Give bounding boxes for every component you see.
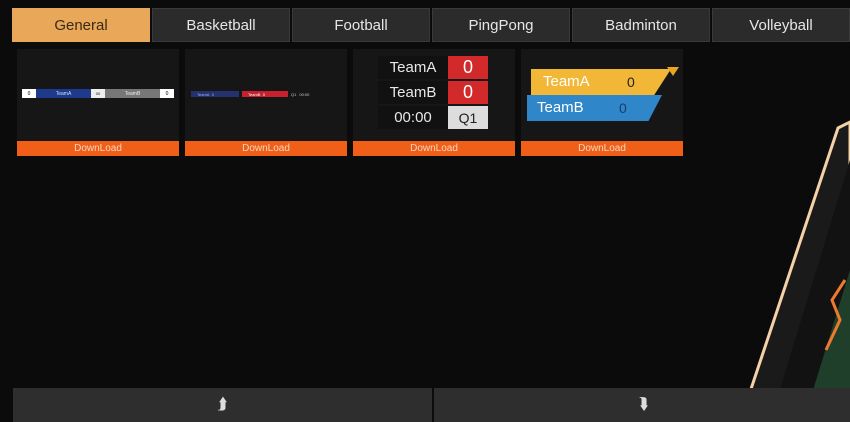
device-illustration [710,120,850,422]
team-a-score: 0 [448,56,488,79]
clock: 00:00 [299,91,310,97]
download-button[interactable]: DownLoad [17,141,179,156]
mid-top: 00 [95,91,101,96]
team-b: TeamB 0 [242,91,288,97]
chevron-double-up-icon: ⮭ [217,396,228,413]
template-card[interactable]: TeamA 0 TeamB 0 00:00 Q1 DownLoad [353,49,515,156]
scoreboard-preview: TeamA 0 TeamB 0 [527,69,681,124]
right-team: TeamB [105,89,160,98]
tab-pingpong[interactable]: PingPong [432,8,570,42]
left-team: TeamA [36,89,91,98]
period: Q1 [448,106,488,129]
team-a-row: TeamA 0 [378,56,488,79]
team-a-name: TeamA [197,91,210,97]
tab-general[interactable]: General [12,8,150,42]
template-card[interactable]: 0 TeamA 00 TeamB 0 DownLoad [17,49,179,156]
template-grid: 0 TeamA 00 TeamB 0 DownLoad TeamA 0 Team… [17,49,683,156]
team-b-score: 0 [448,81,488,104]
team-b-score: 0 [262,91,265,97]
period: Q1 [291,91,297,97]
scoreboard-preview: TeamA 0 TeamB 0 00:00 Q1 [378,56,488,131]
team-a: TeamA 0 [191,91,239,97]
team-b-name: TeamB [378,81,448,104]
team-b-name: TeamB [248,91,261,97]
tab-badminton[interactable]: Badminton [572,8,710,42]
triangle-icon [667,67,679,76]
team-a-score: 0 [211,91,214,97]
sport-tabs: General Basketball Football PingPong Bad… [12,8,850,42]
download-button[interactable]: DownLoad [353,141,515,156]
template-card[interactable]: TeamA 0 TeamB 0 Q1 00:00 DownLoad [185,49,347,156]
clock-row: 00:00 Q1 [378,106,488,129]
template-thumbnail[interactable]: TeamA 0 TeamB 0 [521,49,683,141]
right-score: 0 [160,89,174,98]
template-card[interactable]: TeamA 0 TeamB 0 DownLoad [521,49,683,156]
template-thumbnail[interactable]: 0 TeamA 00 TeamB 0 [17,49,179,141]
team-a-score: 0 [627,74,635,90]
clock: 00:00 [378,106,448,129]
template-thumbnail[interactable]: TeamA 0 TeamB 0 00:00 Q1 [353,49,515,141]
team-a-name: TeamA [378,56,448,79]
tab-volleyball[interactable]: Volleyball [712,8,850,42]
tab-football[interactable]: Football [292,8,430,42]
page-down-button[interactable]: ⮯ [434,388,850,422]
chevron-double-down-icon: ⮯ [638,396,649,413]
template-thumbnail[interactable]: TeamA 0 TeamB 0 Q1 00:00 [185,49,347,141]
team-a-name: TeamA [543,73,590,90]
tab-basketball[interactable]: Basketball [152,8,290,42]
scorebar-preview: TeamA 0 TeamB 0 Q1 00:00 [191,91,343,97]
page-up-button[interactable]: ⮭ [13,388,432,422]
download-button[interactable]: DownLoad [521,141,683,156]
mid-box: 00 [91,89,105,98]
team-b-row: TeamB 0 [378,81,488,104]
download-button[interactable]: DownLoad [185,141,347,156]
left-score: 0 [22,89,36,98]
pager: ⮭ ⮯ [13,388,850,422]
team-b-score: 0 [619,100,627,116]
team-b-name: TeamB [537,99,584,116]
scorebar-preview: 0 TeamA 00 TeamB 0 [22,89,174,98]
